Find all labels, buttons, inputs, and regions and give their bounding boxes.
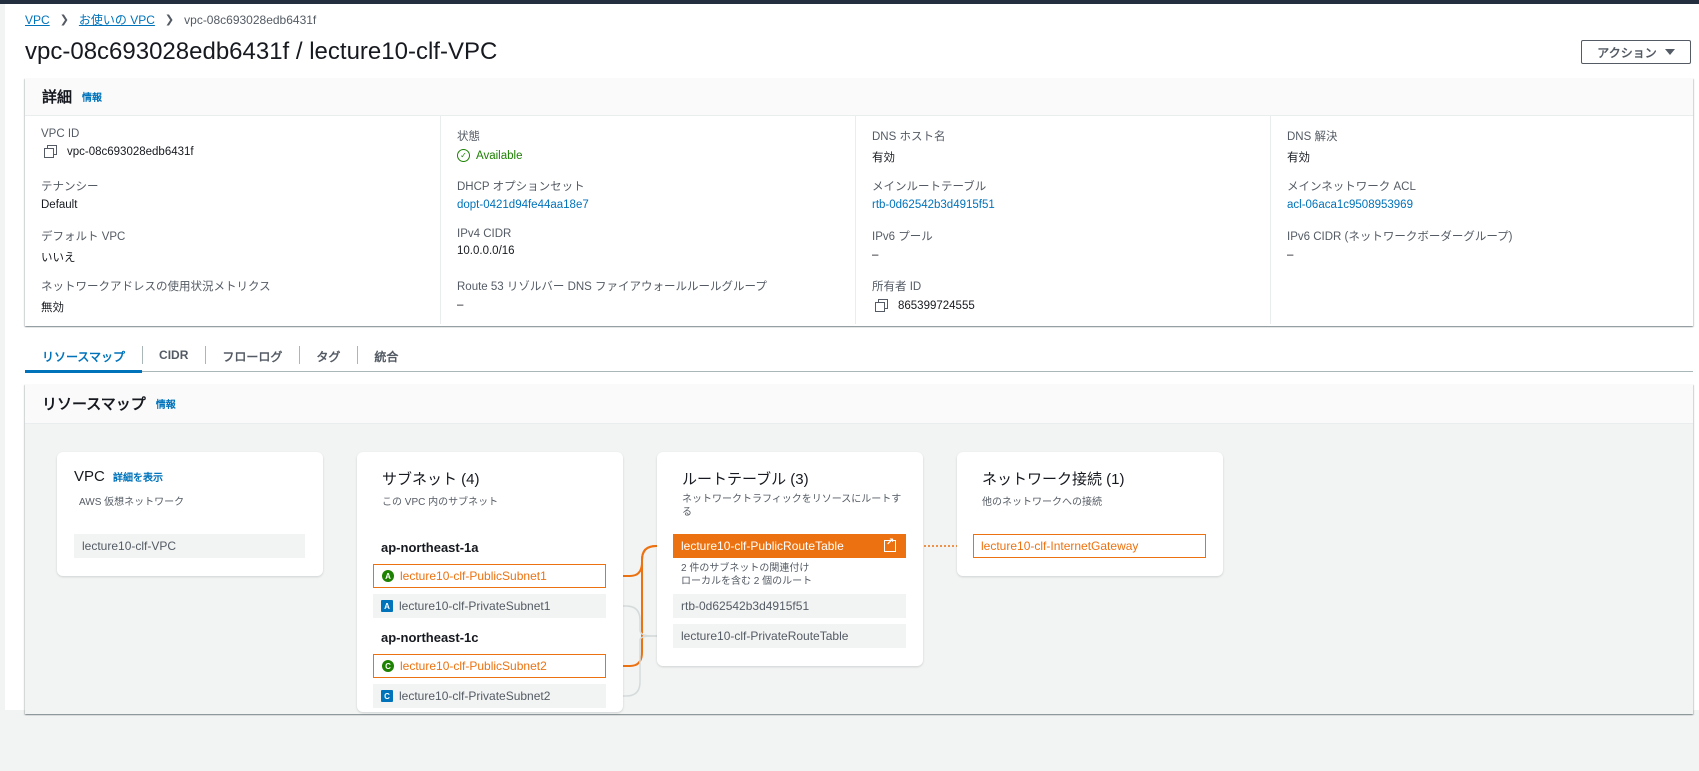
vpc-card-title-text: VPC	[74, 468, 105, 485]
route-tables-card-title: ルートテーブル (3)	[682, 471, 809, 488]
vpc-card: VPC 詳細を表示 AWS 仮想ネットワーク lecture10-clf-VPC	[57, 452, 323, 576]
route-table-routes: ローカルを含む 2 個のルート	[681, 576, 813, 587]
subnet-private-2[interactable]: C lecture10-clf-PrivateSubnet2	[373, 684, 606, 708]
route-table-name: lecture10-clf-PublicRouteTable	[681, 539, 844, 553]
az-badge-icon: A	[381, 600, 393, 612]
vpc-detail-link[interactable]: 詳細を表示	[113, 473, 163, 484]
subnet-name: lecture10-clf-PrivateSubnet2	[399, 689, 551, 703]
vpc-item[interactable]: lecture10-clf-VPC	[74, 534, 305, 558]
az-badge-icon: C	[382, 660, 394, 672]
subnet-name: lecture10-clf-PublicSubnet2	[400, 659, 547, 673]
subnet-name: lecture10-clf-PublicSubnet1	[400, 569, 547, 583]
subnets-card: サブネット (4) この VPC 内のサブネット ap-northeast-1a…	[357, 452, 623, 712]
network-connections-card-title: ネットワーク接続 (1)	[982, 471, 1125, 488]
internet-gateway-item[interactable]: lecture10-clf-InternetGateway	[973, 534, 1206, 558]
vpc-card-subtitle: AWS 仮想ネットワーク	[79, 497, 185, 508]
az-badge-icon: A	[382, 570, 394, 582]
vpc-card-title: VPC 詳細を表示	[74, 468, 163, 485]
az-label-1c: ap-northeast-1c	[381, 630, 479, 645]
az-badge-icon: C	[381, 690, 393, 702]
external-link-icon[interactable]	[884, 537, 896, 552]
network-connections-card: ネットワーク接続 (1) 他のネットワークへの接続 lecture10-clf-…	[957, 452, 1223, 576]
subnet-name: lecture10-clf-PrivateSubnet1	[399, 599, 551, 613]
subnet-private-1[interactable]: A lecture10-clf-PrivateSubnet1	[373, 594, 606, 618]
subnet-public-1[interactable]: A lecture10-clf-PublicSubnet1	[373, 564, 606, 588]
route-tables-card: ルートテーブル (3) ネットワークトラフィックをリソースにルートする lect…	[657, 452, 923, 666]
network-connections-card-subtitle: 他のネットワークへの接続	[982, 497, 1102, 508]
subnets-card-subtitle: この VPC 内のサブネット	[382, 497, 499, 508]
az-label-1a: ap-northeast-1a	[381, 540, 479, 555]
route-tables-card-subtitle: ネットワークトラフィックをリソースにルートする	[682, 494, 902, 518]
route-table-main[interactable]: rtb-0d62542b3d4915f51	[673, 594, 906, 618]
subnet-public-2[interactable]: C lecture10-clf-PublicSubnet2	[373, 654, 606, 678]
route-table-private[interactable]: lecture10-clf-PrivateRouteTable	[673, 624, 906, 648]
route-table-public[interactable]: lecture10-clf-PublicRouteTable	[673, 534, 906, 558]
route-table-associations: 2 件のサブネットの関連付け	[681, 563, 810, 574]
subnets-card-title: サブネット (4)	[382, 471, 480, 488]
route-table-meta: 2 件のサブネットの関連付け ローカルを含む 2 個のルート	[681, 562, 812, 588]
